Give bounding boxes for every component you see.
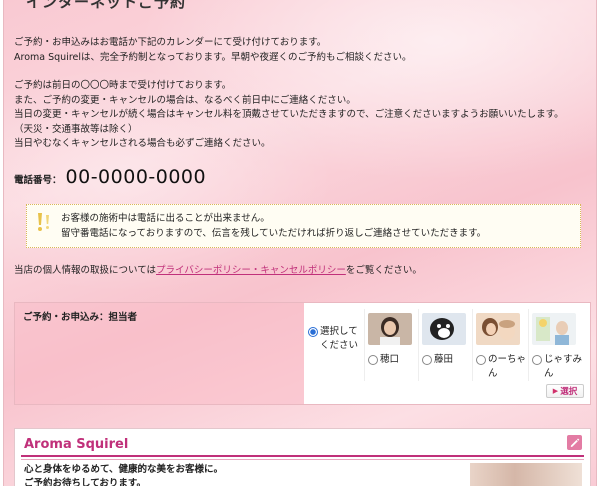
shop-photo xyxy=(470,463,582,486)
intro-text: ご予約・お申込みはお電話か下記のカレンダーにて受け付けております。 Aroma … xyxy=(14,36,412,65)
staff-option-4[interactable]: じゃすみん xyxy=(532,313,582,381)
privacy-text: 当店の個人情報の取扱についてはプライバシーポリシー・キャンセルポリシーをご覧くだ… xyxy=(14,262,422,276)
triangle-right-icon: ▶ xyxy=(552,387,559,395)
phone-notice-box: お客様の施術中は電話に出ることが出来ません。 留守番電話になっておりますので、伝… xyxy=(26,204,581,248)
column-divider xyxy=(528,309,529,381)
column-divider xyxy=(472,309,473,381)
column-divider xyxy=(418,309,419,381)
staff-choices: 選択してください 穂口 藤田 のーちゃん じゃすみん ▶ 選択 xyxy=(304,303,590,404)
radio-staff-2[interactable] xyxy=(422,355,432,365)
phone-row: 電話番号： 00-0000-0000 xyxy=(14,166,206,188)
staff-photo-3 xyxy=(476,313,520,345)
staff-photo-1 xyxy=(368,313,412,345)
staff-name-4: じゃすみん xyxy=(544,354,583,379)
shop-line-1: 心と身体をゆるめて、健康的な美をお客様に。 xyxy=(24,464,224,475)
staff-option-2[interactable]: 藤田 xyxy=(422,313,466,367)
radio-staff-4[interactable] xyxy=(532,355,542,365)
select-button-label: 選択 xyxy=(560,387,578,397)
staff-name-1: 穂口 xyxy=(380,354,400,365)
title-underline xyxy=(21,455,584,457)
privacy-policy-link[interactable]: プライバシーポリシー・キャンセルポリシー xyxy=(156,265,346,276)
policy-text: ご予約は前日の〇〇〇時まで受け付けております。 また、ご予約の変更・キャンセルの… xyxy=(14,79,564,152)
policy-line-5: 当日やむなくキャンセルされる場合も必ずご連絡ください。 xyxy=(14,138,271,149)
staff-form-label: ご予約・お申込み：担当者 xyxy=(15,303,304,404)
page-frame: インターネットご予約 ご予約・お申込みはお電話か下記のカレンダーにて受け付けてお… xyxy=(3,0,597,486)
staff-name-3: のーちゃん xyxy=(488,354,527,379)
staff-photo-4 xyxy=(532,313,576,345)
notice-line-1: お客様の施術中は電話に出ることが出来ません。 xyxy=(61,213,270,224)
policy-line-3: 当日の変更・キャンセルが続く場合はキャンセル料を頂戴させていただきますので、ご注… xyxy=(14,109,564,120)
shop-title: Aroma Squirel xyxy=(24,437,129,452)
intro-line-2: Aroma Squirelは、完全予約制となっております。早朝や夜遅くのご予約も… xyxy=(14,51,412,63)
shop-description: 心と身体をゆるめて、健康的な美をお客様に。 ご予約お待ちしております。 xyxy=(24,463,223,486)
policy-line-4: （天災・交通事故等は除く） xyxy=(14,123,138,135)
phone-label: 電話番号： xyxy=(14,175,62,186)
shop-card: Aroma Squirel 心と身体をゆるめて、健康的な美をお客様に。 ご予約お… xyxy=(14,428,591,486)
select-button[interactable]: ▶ 選択 xyxy=(546,384,584,398)
page-title: インターネットご予約 xyxy=(26,0,187,11)
exclamation-icon xyxy=(33,211,55,233)
radio-default[interactable] xyxy=(308,327,318,337)
radio-staff-3[interactable] xyxy=(476,355,486,365)
staff-option-default[interactable]: 選択してください xyxy=(308,325,362,353)
staff-selection-form: ご予約・お申込み：担当者 選択してください 穂口 藤田 のーちゃん じゃすみん … xyxy=(14,302,591,405)
phone-number[interactable]: 00-0000-0000 xyxy=(66,166,207,188)
privacy-suffix: をご覧ください。 xyxy=(345,265,422,276)
shop-line-2: ご予約お待ちしております。 xyxy=(24,478,146,486)
notice-line-2: 留守番電話になっておりますので、伝言を残していただければ折り返しご連絡させていた… xyxy=(61,228,487,239)
privacy-prefix: 当店の個人情報の取扱については xyxy=(14,265,157,276)
default-option-label: 選択してください xyxy=(320,326,359,351)
staff-option-3[interactable]: のーちゃん xyxy=(476,313,526,381)
staff-option-1[interactable]: 穂口 xyxy=(368,313,412,367)
column-divider xyxy=(364,309,365,381)
title-underline-thin xyxy=(21,459,584,460)
intro-line-1: ご予約・お申込みはお電話か下記のカレンダーにて受け付けております。 xyxy=(14,37,327,48)
policy-line-1: ご予約は前日の〇〇〇時まで受け付けております。 xyxy=(14,80,232,91)
staff-name-2: 藤田 xyxy=(434,354,454,365)
radio-staff-1[interactable] xyxy=(368,355,378,365)
staff-photo-2 xyxy=(422,313,466,345)
policy-line-2: また、ご予約の変更・キャンセルの場合は、なるべく前日中にご連絡ください。 xyxy=(14,94,356,106)
edit-pencil-icon[interactable] xyxy=(567,435,582,450)
